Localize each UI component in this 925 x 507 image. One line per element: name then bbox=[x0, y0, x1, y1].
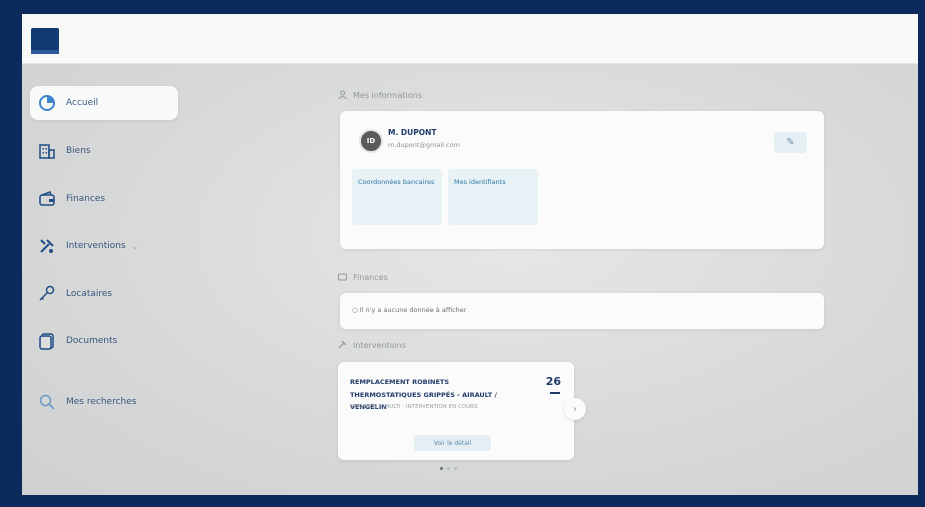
sidebar-item-documents[interactable]: Documents bbox=[30, 324, 178, 358]
date-underline bbox=[550, 392, 560, 394]
building-icon bbox=[36, 140, 58, 162]
sidebar-item-finances[interactable]: Finances bbox=[30, 182, 178, 216]
tools-icon bbox=[36, 235, 58, 257]
top-bar bbox=[22, 14, 918, 64]
section-label-info: Mes informations bbox=[338, 90, 422, 101]
info-icon: ○ bbox=[352, 306, 358, 314]
app-window: Accueil Biens Finances Interventions ⌄ L… bbox=[22, 14, 918, 495]
chevron-down-icon: ⌄ bbox=[131, 241, 139, 251]
avatar: ID bbox=[359, 129, 383, 153]
frame-decoration bbox=[0, 404, 22, 507]
sidebar-item-label: Locataires bbox=[66, 289, 113, 299]
intervention-card[interactable]: REMPLACEMENT ROBINETS THERMOSTATIQUES GR… bbox=[338, 362, 574, 460]
carousel-dots bbox=[440, 467, 457, 470]
intervention-subtitle: SERVICES & MULTI - INTERVENTION EN COURS bbox=[350, 404, 478, 410]
sidebar-item-label: Finances bbox=[66, 194, 106, 204]
tools-icon bbox=[338, 340, 347, 351]
user-email: m.dupont@gmail.com bbox=[388, 141, 460, 149]
pie-chart-icon bbox=[36, 92, 58, 114]
section-label-finances: Finances bbox=[338, 272, 388, 283]
search-icon bbox=[36, 391, 58, 413]
tile-label: Coordonnées bancaires bbox=[358, 178, 435, 186]
tile-label: Mes identifiants bbox=[454, 178, 506, 186]
intervention-day: 26 bbox=[545, 375, 561, 388]
document-icon bbox=[36, 330, 58, 352]
sidebar-item-label: Documents bbox=[66, 336, 118, 346]
section-label-interventions: Interventions bbox=[338, 340, 406, 351]
carousel-dot[interactable] bbox=[447, 467, 450, 470]
sidebar-item-mes-recherches[interactable]: Mes recherches bbox=[30, 385, 178, 419]
section-title: Mes informations bbox=[353, 91, 422, 100]
section-title: Interventions bbox=[353, 341, 406, 350]
wallet-icon bbox=[338, 272, 347, 283]
wallet-icon bbox=[36, 188, 58, 210]
sidebar-item-label: Accueil bbox=[66, 98, 99, 108]
sidebar-item-biens[interactable]: Biens bbox=[30, 134, 178, 168]
carousel-dot[interactable] bbox=[440, 467, 443, 470]
section-title: Finances bbox=[353, 273, 388, 282]
empty-message: Il n'y a aucune donnée à afficher bbox=[359, 306, 467, 314]
sidebar-item-label: Mes recherches bbox=[66, 397, 137, 407]
key-icon bbox=[36, 283, 58, 305]
sidebar-item-label: Interventions bbox=[66, 241, 126, 251]
sidebar-item-label: Biens bbox=[66, 146, 91, 156]
carousel-next-button[interactable]: › bbox=[564, 398, 586, 420]
sidebar-item-accueil[interactable]: Accueil bbox=[30, 86, 178, 120]
sidebar-item-locataires[interactable]: Locataires bbox=[30, 277, 178, 311]
empty-state-text: ○ Il n'y a aucune donnée à afficher bbox=[352, 306, 466, 314]
finances-card: ○ Il n'y a aucune donnée à afficher bbox=[340, 293, 824, 329]
edit-button[interactable]: ✎ bbox=[774, 132, 807, 153]
sidebar-item-interventions[interactable]: Interventions ⌄ bbox=[30, 229, 178, 263]
user-name: M. DUPONT bbox=[388, 128, 437, 137]
chevron-right-icon: › bbox=[573, 403, 577, 415]
pencil-icon: ✎ bbox=[786, 137, 795, 148]
info-card: ID M. DUPONT m.dupont@gmail.com ✎ Coordo… bbox=[340, 111, 824, 249]
user-icon bbox=[338, 90, 347, 101]
tile-coordonnees-bancaires[interactable]: Coordonnées bancaires bbox=[352, 169, 442, 225]
app-logo[interactable] bbox=[31, 28, 59, 54]
view-detail-button[interactable]: Voir le détail bbox=[414, 435, 491, 451]
carousel-dot[interactable] bbox=[454, 467, 457, 470]
tile-identifiants[interactable]: Mes identifiants bbox=[448, 169, 538, 225]
